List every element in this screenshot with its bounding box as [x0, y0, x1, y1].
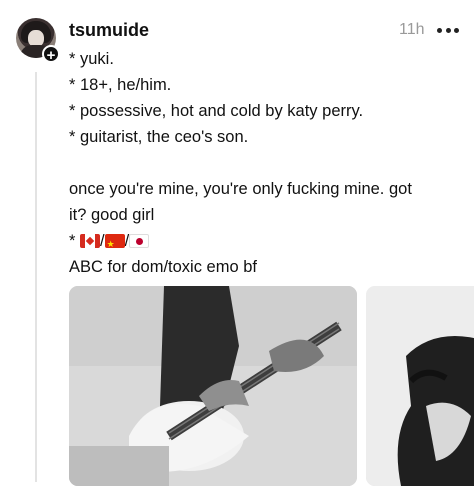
post-line: ABC for dom/toxic emo bf — [69, 258, 257, 276]
avatar-container[interactable]: + — [16, 18, 60, 64]
post-author-username[interactable]: tsumuide — [69, 20, 149, 41]
flag-separator: / — [100, 232, 105, 250]
post-timestamp[interactable]: 11h — [399, 21, 425, 39]
more-horizontal-icon[interactable] — [437, 20, 459, 40]
follow-plus-icon[interactable]: + — [42, 45, 60, 64]
portrait-photo-illustration — [366, 286, 474, 486]
post-line: * possessive, hot and cold by katy perry… — [69, 102, 364, 120]
post-flags-line: * // — [69, 228, 467, 254]
post-line: * guitarist, the ceo's son. — [69, 128, 249, 146]
post-line: it? good girl — [69, 206, 155, 224]
canada-flag-icon — [80, 234, 101, 248]
post-line: once you're mine, you're only fucking mi… — [69, 180, 412, 198]
china-flag-icon — [104, 234, 125, 248]
post-media-image[interactable] — [69, 286, 357, 486]
post-line: * yuki. — [69, 50, 114, 68]
post-body: * yuki. * 18+, he/him. * possessive, hot… — [69, 46, 467, 280]
japan-flag-icon — [129, 234, 150, 248]
post-flags-prefix: * — [69, 232, 81, 250]
post-line: * 18+, he/him. — [69, 76, 172, 94]
thread-line — [35, 72, 37, 482]
guitar-photo-illustration — [69, 286, 357, 486]
post-media-image[interactable] — [366, 286, 474, 486]
